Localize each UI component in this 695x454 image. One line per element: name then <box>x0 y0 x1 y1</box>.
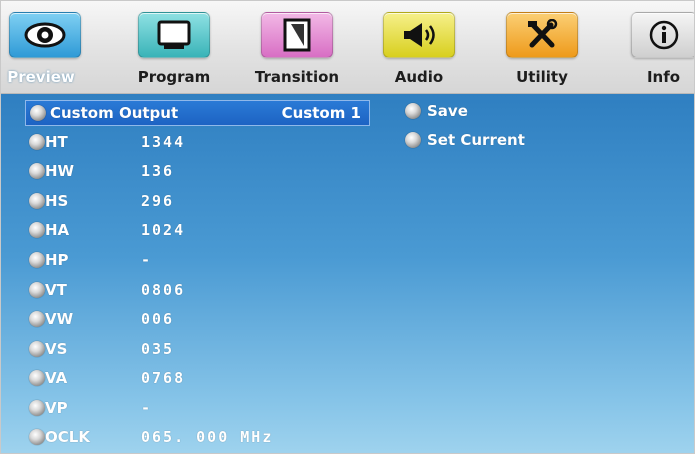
monitor-icon <box>138 12 210 58</box>
bullet-icon <box>29 429 45 445</box>
param-value: 1344 <box>141 133 186 151</box>
set-current-button[interactable]: Set Current <box>401 128 525 152</box>
param-label: HP <box>45 251 69 269</box>
save-button[interactable]: Save <box>401 99 468 123</box>
param-value: 1024 <box>141 221 186 239</box>
bullet-icon <box>30 105 46 121</box>
param-row-va[interactable]: VA 0768 <box>25 365 370 391</box>
tab-label: Utility <box>516 68 568 86</box>
transition-icon <box>261 12 333 58</box>
bullet-icon <box>29 222 45 238</box>
param-value: 035 <box>141 340 175 358</box>
bullet-icon <box>29 370 45 386</box>
param-label: OCLK <box>45 428 90 446</box>
tab-audio[interactable]: Audio <box>379 1 459 93</box>
bullet-icon <box>405 103 421 119</box>
custom-output-label: Custom Output <box>50 104 179 122</box>
param-value: 006 <box>141 310 175 328</box>
tab-utility[interactable]: Utility <box>501 1 583 93</box>
param-value: 0806 <box>141 281 186 299</box>
tab-program[interactable]: Program <box>131 1 217 93</box>
custom-output-row[interactable]: Custom Output Custom 1 <box>25 100 370 126</box>
tools-icon <box>506 12 578 58</box>
param-row-ht[interactable]: HT 1344 <box>25 129 370 155</box>
bullet-icon <box>29 163 45 179</box>
param-row-oclk[interactable]: OCLK 065. 000 MHz <box>25 424 370 450</box>
param-label: HW <box>45 162 75 180</box>
param-label: VS <box>45 340 68 358</box>
param-label: VW <box>45 310 74 328</box>
param-value: - <box>141 251 153 269</box>
set-current-label: Set Current <box>427 131 525 149</box>
tab-label: Preview <box>7 68 75 86</box>
tab-transition[interactable]: Transition <box>251 1 343 93</box>
param-label: HA <box>45 221 70 239</box>
param-label: HS <box>45 192 69 210</box>
param-row-vs[interactable]: VS 035 <box>25 336 370 362</box>
param-value: 136 <box>141 162 175 180</box>
bullet-icon <box>29 193 45 209</box>
param-row-vw[interactable]: VW 006 <box>25 306 370 332</box>
bullet-icon <box>29 400 45 416</box>
param-row-hs[interactable]: HS 296 <box>25 188 370 214</box>
param-value: 296 <box>141 192 175 210</box>
bullet-icon <box>29 282 45 298</box>
tab-label: Info <box>646 68 681 86</box>
menu-tab-bar: Preview Program Transition Audio Utility… <box>1 1 694 94</box>
param-row-vp[interactable]: VP - <box>25 395 370 421</box>
bullet-icon <box>29 341 45 357</box>
save-label: Save <box>427 102 468 120</box>
output-setup-screen: Preview Program Transition Audio Utility… <box>0 0 695 454</box>
bullet-icon <box>29 252 45 268</box>
tab-label: Program <box>137 68 211 86</box>
eye-icon <box>9 12 81 58</box>
tab-preview[interactable]: Preview <box>1 1 81 93</box>
tab-info[interactable]: Info <box>631 1 694 93</box>
param-value: - <box>141 399 153 417</box>
param-value: 0768 <box>141 369 186 387</box>
bullet-icon <box>29 134 45 150</box>
tab-label: Audio <box>394 68 444 86</box>
custom-output-value: Custom 1 <box>281 104 361 122</box>
bullet-icon <box>29 311 45 327</box>
param-row-vt[interactable]: VT 0806 <box>25 277 370 303</box>
param-label: VT <box>45 281 67 299</box>
param-row-hw[interactable]: HW 136 <box>25 158 370 184</box>
param-value: 065. 000 MHz <box>141 428 274 446</box>
info-icon <box>631 12 694 58</box>
bullet-icon <box>405 132 421 148</box>
param-label: HT <box>45 133 68 151</box>
param-row-hp[interactable]: HP - <box>25 247 370 273</box>
tab-label: Transition <box>254 68 340 86</box>
param-label: VP <box>45 399 68 417</box>
param-label: VA <box>45 369 68 387</box>
param-row-ha[interactable]: HA 1024 <box>25 217 370 243</box>
speaker-icon <box>383 12 455 58</box>
settings-panel: Custom Output Custom 1 HT 1344 HW 136 HS… <box>1 94 694 453</box>
